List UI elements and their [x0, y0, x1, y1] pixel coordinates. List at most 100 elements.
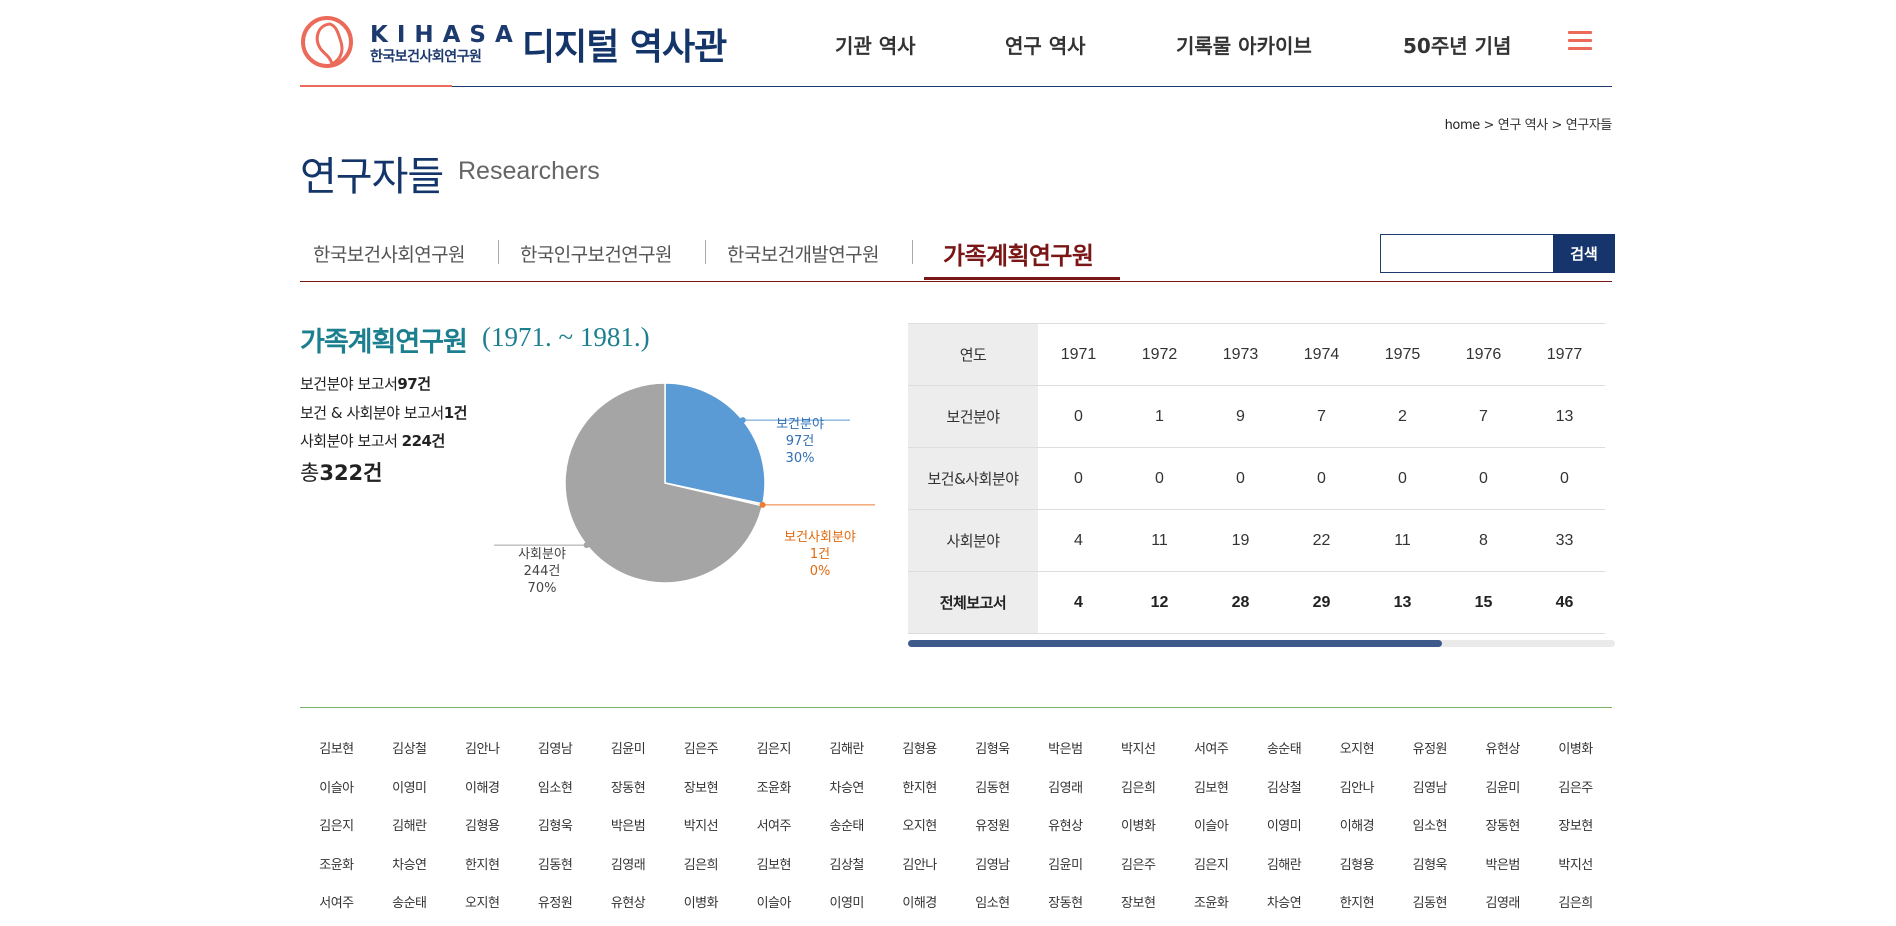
researcher-name[interactable]: 이해경 — [883, 892, 956, 926]
researcher-name[interactable]: 김영래 — [1466, 892, 1539, 926]
researcher-name[interactable]: 이해경 — [446, 777, 519, 816]
researcher-name[interactable]: 김윤미 — [1029, 854, 1102, 893]
researcher-name[interactable]: 김은희 — [1539, 892, 1612, 926]
researcher-name[interactable]: 장동현 — [592, 777, 665, 816]
researcher-name[interactable]: 김은주 — [664, 738, 737, 777]
hamburger-menu-icon[interactable] — [1568, 31, 1592, 51]
researcher-name[interactable]: 김형욱 — [956, 738, 1029, 777]
researcher-name[interactable]: 박은범 — [1466, 854, 1539, 893]
researcher-name[interactable]: 장동현 — [1029, 892, 1102, 926]
researcher-name[interactable]: 송순태 — [1248, 738, 1321, 777]
tab-population-health-institute[interactable]: 한국인구보건연구원 — [520, 240, 673, 267]
logo-text-ko[interactable]: 한국보건사회연구원 — [370, 46, 482, 66]
researcher-name[interactable]: 김동현 — [1393, 892, 1466, 926]
researcher-name[interactable]: 김은희 — [664, 854, 737, 893]
researcher-name[interactable]: 차승연 — [810, 777, 883, 816]
researcher-name[interactable]: 임소현 — [519, 777, 592, 816]
researcher-name[interactable]: 유정원 — [1393, 738, 1466, 777]
researcher-name[interactable]: 김상철 — [1248, 777, 1321, 816]
researcher-name[interactable]: 장보현 — [664, 777, 737, 816]
researcher-name[interactable]: 김영래 — [592, 854, 665, 893]
nav-institution-history[interactable]: 기관 역사 — [835, 30, 916, 59]
researcher-name[interactable]: 송순태 — [810, 815, 883, 854]
researcher-name[interactable]: 김은지 — [300, 815, 373, 854]
researcher-name[interactable]: 이슬아 — [737, 892, 810, 926]
researcher-name[interactable]: 유정원 — [956, 815, 1029, 854]
researcher-name[interactable]: 김해란 — [373, 815, 446, 854]
site-title[interactable]: 디지털 역사관 — [522, 18, 727, 70]
researcher-name[interactable]: 오지현 — [1320, 738, 1393, 777]
tab-health-development-institute[interactable]: 한국보건개발연구원 — [727, 240, 880, 267]
researcher-name[interactable]: 김은지 — [737, 738, 810, 777]
researcher-name[interactable]: 김형용 — [883, 738, 956, 777]
researcher-name[interactable]: 임소현 — [956, 892, 1029, 926]
researcher-name[interactable]: 이슬아 — [1175, 815, 1248, 854]
researcher-name[interactable]: 이영미 — [810, 892, 883, 926]
researcher-name[interactable]: 김은지 — [1175, 854, 1248, 893]
kihasa-logo-icon[interactable] — [300, 12, 358, 74]
researcher-name[interactable]: 김은주 — [1102, 854, 1175, 893]
researcher-name[interactable]: 김보현 — [1175, 777, 1248, 816]
researcher-name[interactable]: 김형용 — [1320, 854, 1393, 893]
tab-kihasa[interactable]: 한국보건사회연구원 — [313, 240, 466, 267]
researcher-name[interactable]: 한지현 — [446, 854, 519, 893]
researcher-name[interactable]: 장동현 — [1466, 815, 1539, 854]
tab-family-planning-institute[interactable]: 가족계획연구원 — [943, 236, 1094, 271]
researcher-name[interactable]: 장보현 — [1539, 815, 1612, 854]
researcher-name[interactable]: 조윤화 — [300, 854, 373, 893]
researcher-name[interactable]: 김영남 — [519, 738, 592, 777]
researcher-name[interactable]: 김안나 — [446, 738, 519, 777]
breadcrumb-home[interactable]: home — [1445, 118, 1481, 133]
search-input[interactable] — [1380, 234, 1554, 273]
researcher-name[interactable]: 이영미 — [1248, 815, 1321, 854]
nav-50th-anniversary[interactable]: 50주년 기념 — [1403, 30, 1511, 59]
search-button[interactable]: 검색 — [1553, 234, 1615, 273]
researcher-name[interactable]: 김영남 — [1393, 777, 1466, 816]
researcher-name[interactable]: 김보현 — [300, 738, 373, 777]
researcher-name[interactable]: 이영미 — [373, 777, 446, 816]
nav-records-archive[interactable]: 기록물 아카이브 — [1176, 30, 1312, 59]
researcher-name[interactable]: 박지선 — [664, 815, 737, 854]
researcher-name[interactable]: 김형욱 — [519, 815, 592, 854]
researcher-name[interactable]: 서여주 — [737, 815, 810, 854]
researcher-name[interactable]: 김상철 — [810, 854, 883, 893]
researcher-name[interactable]: 김보현 — [737, 854, 810, 893]
researcher-name[interactable]: 한지현 — [883, 777, 956, 816]
researcher-name[interactable]: 송순태 — [373, 892, 446, 926]
researcher-name[interactable]: 임소현 — [1393, 815, 1466, 854]
logo-text-en[interactable]: KIHASA — [370, 22, 522, 48]
researcher-name[interactable]: 이병화 — [1539, 738, 1612, 777]
researcher-name[interactable]: 김은희 — [1102, 777, 1175, 816]
researcher-name[interactable]: 김형용 — [446, 815, 519, 854]
researcher-name[interactable]: 오지현 — [883, 815, 956, 854]
researcher-name[interactable]: 장보현 — [1102, 892, 1175, 926]
researcher-name[interactable]: 박지선 — [1539, 854, 1612, 893]
researcher-name[interactable]: 박지선 — [1102, 738, 1175, 777]
researcher-name[interactable]: 서여주 — [300, 892, 373, 926]
researcher-name[interactable]: 유현상 — [1466, 738, 1539, 777]
researcher-name[interactable]: 서여주 — [1175, 738, 1248, 777]
researcher-name[interactable]: 김영남 — [956, 854, 1029, 893]
researcher-name[interactable]: 김상철 — [373, 738, 446, 777]
researcher-name[interactable]: 차승연 — [373, 854, 446, 893]
researcher-name[interactable]: 오지현 — [446, 892, 519, 926]
nav-research-history[interactable]: 연구 역사 — [1005, 30, 1086, 59]
researcher-name[interactable]: 유현상 — [1029, 815, 1102, 854]
researcher-name[interactable]: 김윤미 — [1466, 777, 1539, 816]
researcher-name[interactable]: 김안나 — [883, 854, 956, 893]
researcher-name[interactable]: 김동현 — [519, 854, 592, 893]
researcher-name[interactable]: 이해경 — [1320, 815, 1393, 854]
researcher-name[interactable]: 김형욱 — [1393, 854, 1466, 893]
researcher-name[interactable]: 박은범 — [1029, 738, 1102, 777]
researcher-name[interactable]: 유현상 — [592, 892, 665, 926]
researcher-name[interactable]: 조윤화 — [1175, 892, 1248, 926]
researcher-name[interactable]: 유정원 — [519, 892, 592, 926]
researcher-name[interactable]: 차승연 — [1248, 892, 1321, 926]
researcher-name[interactable]: 김동현 — [956, 777, 1029, 816]
table-scrollbar-thumb[interactable] — [908, 640, 1442, 647]
breadcrumb-researchers[interactable]: 연구자들 — [1566, 118, 1613, 133]
researcher-name[interactable]: 이슬아 — [300, 777, 373, 816]
researcher-name[interactable]: 김해란 — [810, 738, 883, 777]
researcher-name[interactable]: 이병화 — [664, 892, 737, 926]
researcher-name[interactable]: 한지현 — [1320, 892, 1393, 926]
